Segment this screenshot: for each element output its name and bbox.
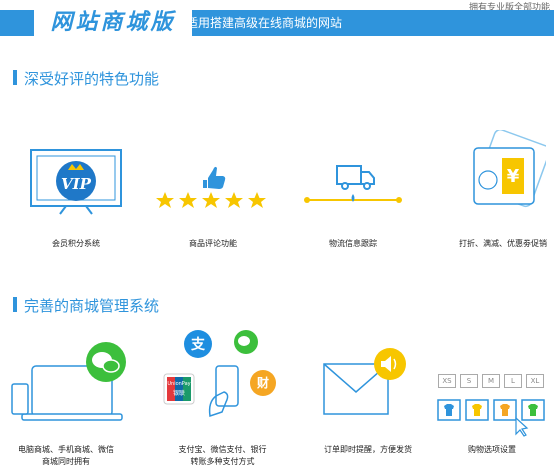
alipay-badge-text: 支	[191, 337, 205, 353]
delivery-truck-icon	[304, 165, 402, 203]
envelope-notify-icon	[323, 348, 406, 415]
feature-caption-coupon: 打折、满减、优惠劵促销	[459, 239, 547, 248]
feature-caption-comment: 商品评论功能	[189, 239, 237, 248]
section2-title: 完善的商城管理系统	[24, 297, 160, 315]
size-option: M	[482, 374, 500, 388]
shopping-options-icon: XS S M L XL	[436, 374, 548, 438]
feature-caption-envelope: 订单即时提醒，方便发货	[312, 444, 424, 456]
feature-caption-devices: 电脑商城、手机商城、微信 商城同时拥有	[6, 444, 126, 468]
payment-methods-icon: 支 UnionPay 银联 财	[160, 322, 285, 432]
size-option: XS	[438, 374, 456, 388]
feature-caption-logistics: 物流信息跟踪	[329, 239, 377, 248]
feature-caption-shopping: 购物选项设置	[436, 444, 548, 456]
devices-wechat-icon	[11, 342, 126, 421]
feature-caption-payment-line1: 支付宝、微信支付、银行	[178, 445, 267, 454]
feature-caption-devices-line1: 电脑商城、手机商城、微信	[18, 445, 114, 454]
feature-caption-envelope-line1: 订单即时提醒，方便发货	[324, 445, 412, 454]
coupon-yen-icon: ¥	[473, 130, 546, 208]
feature-caption-payment-line2: 转账多种支付方式	[190, 457, 255, 466]
svg-text:¥: ¥	[507, 166, 520, 187]
feature-caption-payment: 支付宝、微信支付、银行 转账多种支付方式	[160, 444, 285, 468]
section2-accent-bar	[13, 297, 17, 312]
unionpay-badge-text: UnionPay	[167, 381, 191, 387]
unionpay-badge-subtext: 银联	[172, 390, 185, 397]
size-option: S	[460, 374, 478, 388]
banner-description: 适用搭建高级在线商城的网站	[186, 16, 343, 30]
size-option: XL	[526, 374, 544, 388]
page-title: 网站商城版	[50, 10, 176, 35]
cai-badge-text: 财	[256, 376, 269, 390]
feature-caption-vip: 会员积分系统	[52, 239, 100, 248]
size-options-row: XS S M L XL	[438, 374, 550, 388]
feature-caption-devices-line2: 商城同时拥有	[42, 457, 90, 466]
section1-accent-bar	[13, 70, 17, 85]
color-options-icon	[437, 399, 545, 437]
thumbs-up-stars-icon	[156, 166, 266, 208]
feature-caption-shopping-line1: 购物选项设置	[468, 445, 516, 454]
svg-text:VIP: VIP	[61, 175, 92, 193]
vip-monitor-icon: VIP	[30, 149, 122, 215]
section1-title: 深受好评的特色功能	[24, 70, 160, 88]
size-option: L	[504, 374, 522, 388]
